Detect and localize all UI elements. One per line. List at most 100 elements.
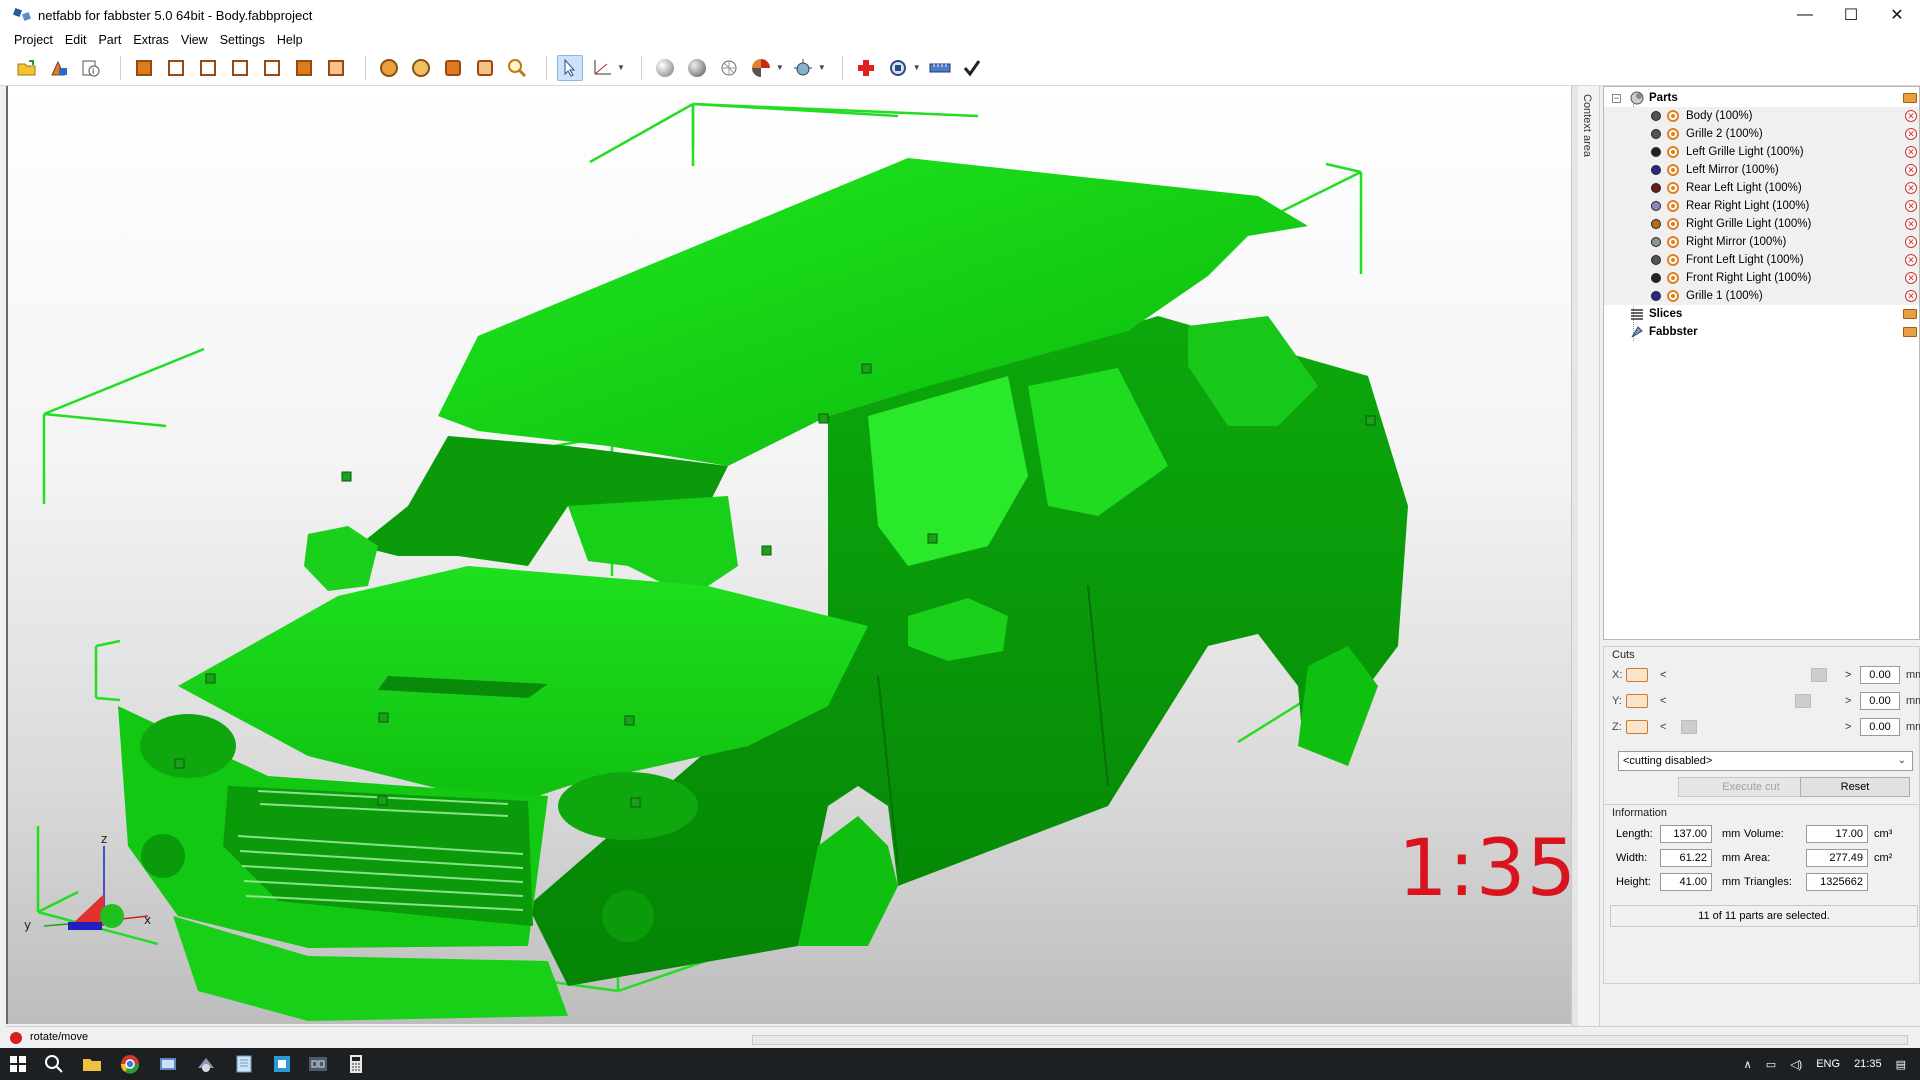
zoom-parts-icon[interactable] xyxy=(408,55,434,81)
tree-part-item[interactable]: Right Grille Light (100%) ✕ xyxy=(1604,215,1919,233)
part-color-icon[interactable] xyxy=(1651,111,1661,121)
close-button[interactable]: ✕ xyxy=(1874,0,1920,30)
tree-part-item[interactable]: Front Left Light (100%) ✕ xyxy=(1604,251,1919,269)
cut-slider-thumb[interactable] xyxy=(1810,668,1827,682)
part-visibility-icon[interactable] xyxy=(1667,236,1679,248)
part-color-icon[interactable] xyxy=(1651,129,1661,139)
parts-folder-icon[interactable] xyxy=(1903,93,1917,103)
mesh-icon[interactable] xyxy=(716,55,742,81)
part-visibility-icon[interactable] xyxy=(1667,182,1679,194)
part-color-icon[interactable] xyxy=(1651,273,1661,283)
ruler-icon[interactable] xyxy=(927,55,953,81)
file-explorer-icon[interactable] xyxy=(82,1054,102,1074)
reset-button[interactable]: Reset xyxy=(1800,777,1910,797)
network-icon[interactable]: ▭ xyxy=(1766,1058,1776,1071)
minimize-button[interactable]: — xyxy=(1782,0,1828,30)
light-dropdown-icon[interactable]: ▼ xyxy=(818,63,826,72)
part-color-icon[interactable] xyxy=(1651,291,1661,301)
language-indicator[interactable]: ENG xyxy=(1816,1058,1840,1070)
remove-part-icon[interactable]: ✕ xyxy=(1905,218,1917,230)
part-visibility-icon[interactable] xyxy=(1667,290,1679,302)
rotate-icon[interactable] xyxy=(885,55,911,81)
tree-part-item[interactable]: Left Grille Light (100%) ✕ xyxy=(1604,143,1919,161)
remove-part-icon[interactable]: ✕ xyxy=(1905,110,1917,122)
part-color-icon[interactable] xyxy=(1651,237,1661,247)
slider-right-arrow[interactable]: > xyxy=(1845,669,1851,681)
part-color-icon[interactable] xyxy=(1651,147,1661,157)
part-color-icon[interactable] xyxy=(1651,183,1661,193)
tree-group-parts[interactable]: − Parts xyxy=(1604,89,1919,107)
slider-left-arrow[interactable]: < xyxy=(1660,669,1666,681)
clock[interactable]: 21:35 xyxy=(1854,1058,1882,1070)
project-tree[interactable]: − Parts Body (100%) ✕ Grille 2 (100%) ✕ Left… xyxy=(1603,86,1920,640)
context-area-tab[interactable]: Context area xyxy=(1578,86,1600,1026)
part-visibility-icon[interactable] xyxy=(1667,110,1679,122)
cut-slider-thumb[interactable] xyxy=(1794,694,1811,708)
calculator-icon[interactable] xyxy=(346,1054,366,1074)
light-icon[interactable] xyxy=(790,55,816,81)
part-visibility-icon[interactable] xyxy=(1667,164,1679,176)
cut-slider[interactable] xyxy=(1674,720,1834,734)
select-arrow-icon[interactable] xyxy=(557,54,583,81)
tree-part-item[interactable]: Rear Right Light (100%) ✕ xyxy=(1604,197,1919,215)
part-visibility-icon[interactable] xyxy=(1667,272,1679,284)
check-icon[interactable] xyxy=(959,55,985,81)
slider-right-arrow[interactable]: > xyxy=(1845,721,1851,733)
cut-slider[interactable] xyxy=(1674,694,1834,708)
part-color-icon[interactable] xyxy=(1651,255,1661,265)
tree-part-item[interactable]: Body (100%) ✕ xyxy=(1604,107,1919,125)
measure-dropdown-icon[interactable]: ▼ xyxy=(617,63,625,72)
add-part-icon[interactable] xyxy=(46,55,72,81)
view-right-icon[interactable] xyxy=(227,55,253,81)
tree-part-item[interactable]: Rear Left Light (100%) ✕ xyxy=(1604,179,1919,197)
cut-plane-icon[interactable] xyxy=(1626,694,1648,708)
measure-axis-icon[interactable] xyxy=(589,55,615,81)
menu-settings[interactable]: Settings xyxy=(220,33,265,47)
view-back-icon[interactable] xyxy=(163,55,189,81)
color-dropdown-icon[interactable]: ▼ xyxy=(776,63,784,72)
show-hidden-icons-icon[interactable]: ∧ xyxy=(1744,1058,1752,1071)
menu-part[interactable]: Part xyxy=(98,33,121,47)
view-bottom-icon[interactable] xyxy=(291,55,317,81)
zoom-icon[interactable] xyxy=(504,55,530,81)
remove-part-icon[interactable]: ✕ xyxy=(1905,236,1917,248)
windows-start-icon[interactable] xyxy=(10,1056,26,1072)
cut-value-field[interactable]: 0.00 xyxy=(1860,692,1900,710)
part-visibility-icon[interactable] xyxy=(1667,200,1679,212)
cut-slider[interactable] xyxy=(1674,668,1834,682)
cutting-mode-select[interactable]: <cutting disabled> ⌄ xyxy=(1618,751,1913,771)
remove-part-icon[interactable]: ✕ xyxy=(1905,164,1917,176)
shading-flat-icon[interactable] xyxy=(684,55,710,81)
view-iso-icon[interactable] xyxy=(323,55,349,81)
cut-value-field[interactable]: 0.00 xyxy=(1860,666,1900,684)
slider-left-arrow[interactable]: < xyxy=(1660,721,1666,733)
part-visibility-icon[interactable] xyxy=(1667,146,1679,158)
menu-project[interactable]: Project xyxy=(14,33,53,47)
slider-left-arrow[interactable]: < xyxy=(1660,695,1666,707)
collapse-parts-icon[interactable]: − xyxy=(1612,93,1621,103)
remove-part-icon[interactable]: ✕ xyxy=(1905,254,1917,266)
notifications-icon[interactable]: ▤ xyxy=(1896,1058,1906,1071)
notepad-icon[interactable] xyxy=(234,1054,254,1074)
part-color-icon[interactable] xyxy=(1651,219,1661,229)
part-info-icon[interactable]: i xyxy=(78,55,104,81)
color-ball-icon[interactable] xyxy=(748,55,774,81)
remove-part-icon[interactable]: ✕ xyxy=(1905,128,1917,140)
remove-part-icon[interactable]: ✕ xyxy=(1905,182,1917,194)
3d-viewport[interactable]: z x y 1:35 xyxy=(6,86,1574,1024)
repair-icon[interactable] xyxy=(853,55,879,81)
maximize-button[interactable]: ☐ xyxy=(1828,0,1874,30)
slices-folder-icon[interactable] xyxy=(1903,309,1917,319)
netfabb-icon[interactable] xyxy=(308,1054,328,1074)
menu-help[interactable]: Help xyxy=(277,33,303,47)
tree-part-item[interactable]: Right Mirror (100%) ✕ xyxy=(1604,233,1919,251)
shading-smooth-icon[interactable] xyxy=(652,55,678,81)
view-top-icon[interactable] xyxy=(259,55,285,81)
zoom-selection-icon[interactable] xyxy=(440,55,466,81)
part-visibility-icon[interactable] xyxy=(1667,128,1679,140)
view-left-icon[interactable] xyxy=(195,55,221,81)
app-icon-2[interactable] xyxy=(196,1054,216,1074)
tree-part-item[interactable]: Grille 2 (100%) ✕ xyxy=(1604,125,1919,143)
model-render[interactable]: z x y xyxy=(8,86,1574,1024)
zoom-frame-icon[interactable] xyxy=(472,55,498,81)
